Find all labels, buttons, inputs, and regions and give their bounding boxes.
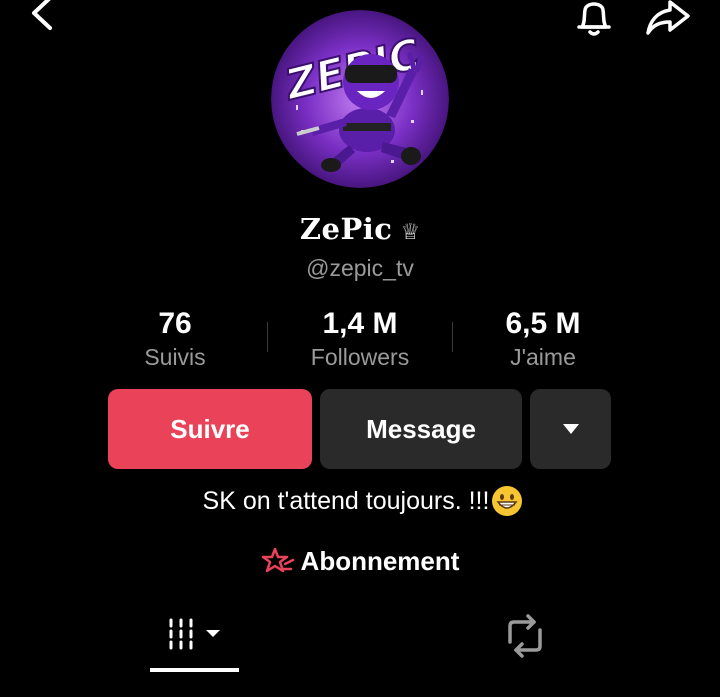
caret-down-icon [562,424,579,434]
stat-likes-value: 6,5 M [505,307,581,340]
stat-following-value: 76 [158,307,192,340]
stat-followers-value: 1,4 M [322,307,398,340]
bio: SK on t'attend toujours. !!! [0,481,720,521]
notification-button[interactable] [572,0,616,40]
chevron-left-icon [32,0,52,30]
grinning-emoji-icon [492,486,523,516]
stat-likes[interactable]: 6,5 M J'aime [453,306,633,372]
crown-icon: ♕ [400,219,421,244]
tab-videos[interactable] [150,610,240,660]
bell-icon [577,2,611,36]
tab-reposts[interactable] [500,612,550,660]
follow-button[interactable]: Suivre [108,389,312,469]
subscription-link[interactable]: Abonnement [0,541,720,581]
star-icon [261,547,294,573]
share-button[interactable] [642,0,692,40]
stat-likes-label: J'aime [510,344,576,370]
message-button[interactable]: Message [320,389,522,469]
ninja-logo-icon: ZEPIC [271,10,449,188]
more-options-button[interactable] [530,389,611,469]
avatar[interactable]: ZEPIC [271,10,449,188]
stat-following[interactable]: 76 Suivis [85,306,265,372]
back-button[interactable] [22,0,62,32]
repost-icon [508,614,542,658]
stat-followers[interactable]: 1,4 M Followers [270,306,450,372]
caret-down-icon [206,630,220,637]
stat-followers-label: Followers [310,344,410,370]
subscription-label: Abonnement [300,545,460,576]
username-handle: @zepic_tv [306,255,414,281]
active-tab-indicator [150,668,239,672]
grid-icon [169,618,220,650]
share-icon [646,0,690,35]
bio-text: SK on t'attend toujours. !!! [202,486,490,515]
stat-following-label: Suivis [144,344,206,370]
display-name: ZePic [299,212,393,246]
stat-divider [267,322,268,352]
name-row: ZePic ♕ [0,209,720,249]
